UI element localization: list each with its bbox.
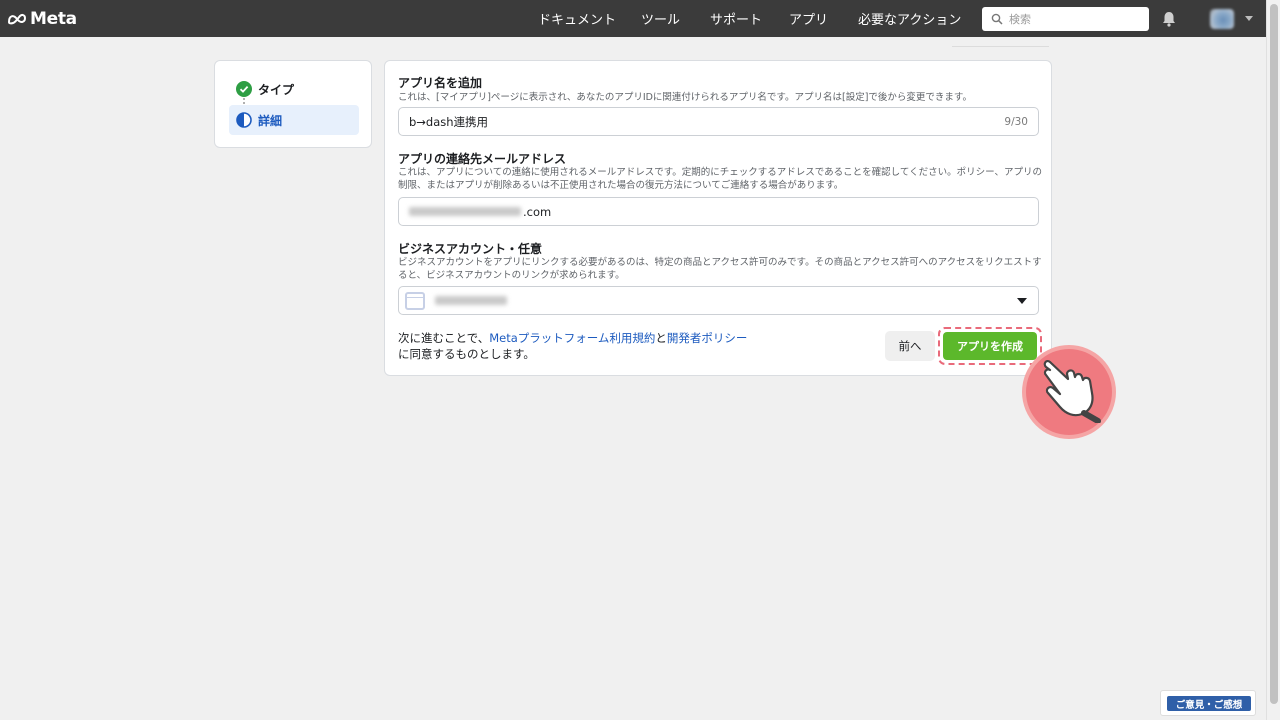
nav-docs[interactable]: ドキュメント xyxy=(538,9,616,28)
business-account-title: ビジネスアカウント・任意 xyxy=(398,242,543,256)
app-name-input[interactable]: b→dash連携用 9/30 xyxy=(398,107,1039,136)
nav-apps[interactable]: アプリ xyxy=(789,9,828,28)
step-type[interactable]: タイプ xyxy=(229,74,294,104)
contact-email-title: アプリの連絡先メールアドレス xyxy=(398,152,567,166)
top-navigation-bar: Meta ドキュメント ツール サポート アプリ 必要なアクション xyxy=(0,0,1266,37)
search-input[interactable] xyxy=(1009,12,1139,26)
previous-button[interactable]: 前へ xyxy=(885,331,935,361)
feedback-label: ご意見・ご感想 xyxy=(1167,696,1251,711)
create-app-highlight: アプリを作成 xyxy=(938,327,1042,365)
step-progress-panel: タイプ 詳細 xyxy=(214,60,372,148)
business-account-description: ビジネスアカウントをアプリにリンクする必要があるのは、特定の商品とアクセス許可の… xyxy=(398,257,1042,281)
user-avatar[interactable] xyxy=(1210,9,1234,29)
contact-email-description: これは、アプリについての連絡に使用されるメールアドレスです。定期的にチェックする… xyxy=(398,167,1043,191)
pointing-hand-icon xyxy=(1043,359,1101,423)
account-menu-chevron-down-icon[interactable] xyxy=(1245,16,1253,21)
nav-required-actions[interactable]: 必要なアクション xyxy=(858,9,961,28)
redacted-email xyxy=(409,207,521,216)
app-details-form: アプリ名を追加 これは、[マイアプリ]ページに表示され、あなたのアプリIDに関連… xyxy=(384,60,1052,376)
meta-infinity-icon xyxy=(7,13,27,25)
search-box[interactable] xyxy=(982,7,1149,31)
redacted-business-name xyxy=(435,296,507,305)
contact-email-domain: .com xyxy=(523,204,552,219)
brand-name: Meta xyxy=(30,9,77,29)
app-name-title: アプリ名を追加 xyxy=(398,76,483,90)
agree-suffix: に同意するものとします。 xyxy=(398,347,535,361)
create-app-button[interactable]: アプリを作成 xyxy=(943,332,1037,360)
agree-and: と xyxy=(655,331,667,345)
check-circle-icon xyxy=(236,81,252,97)
step-details-label: 詳細 xyxy=(258,113,283,128)
page-scrollbar[interactable] xyxy=(1266,0,1280,720)
app-name-value: b→dash連携用 xyxy=(409,114,489,129)
platform-terms-link[interactable]: Metaプラットフォーム利用規約 xyxy=(489,331,655,345)
developer-policy-link[interactable]: 開発者ポリシー xyxy=(667,331,748,345)
business-account-select[interactable] xyxy=(398,286,1039,315)
nav-tools[interactable]: ツール xyxy=(641,9,680,28)
dropdown-caret-icon xyxy=(1017,298,1027,304)
agree-prefix: 次に進むことで、 xyxy=(398,331,490,345)
terms-agreement-text: 次に進むことで、Metaプラットフォーム利用規約と開発者ポリシーに同意するものと… xyxy=(398,330,848,362)
meta-logo[interactable]: Meta xyxy=(7,9,77,29)
search-icon xyxy=(991,13,1003,25)
step-details[interactable]: 詳細 xyxy=(229,105,359,135)
feedback-button[interactable]: ご意見・ご感想 xyxy=(1160,690,1256,716)
divider xyxy=(952,46,1049,47)
app-name-char-counter: 9/30 xyxy=(1004,115,1028,128)
contact-email-input[interactable]: .com xyxy=(398,197,1039,226)
nav-support[interactable]: サポート xyxy=(710,9,762,28)
app-name-description: これは、[マイアプリ]ページに表示され、あなたのアプリIDに関連付けられるアプリ… xyxy=(398,92,972,103)
pointing-hand-overlay xyxy=(1022,345,1116,439)
business-account-icon xyxy=(405,291,425,310)
scrollbar-thumb[interactable] xyxy=(1270,4,1278,704)
notification-bell-icon[interactable] xyxy=(1161,11,1177,27)
half-circle-icon xyxy=(236,112,252,128)
step-type-label: タイプ xyxy=(258,82,295,97)
